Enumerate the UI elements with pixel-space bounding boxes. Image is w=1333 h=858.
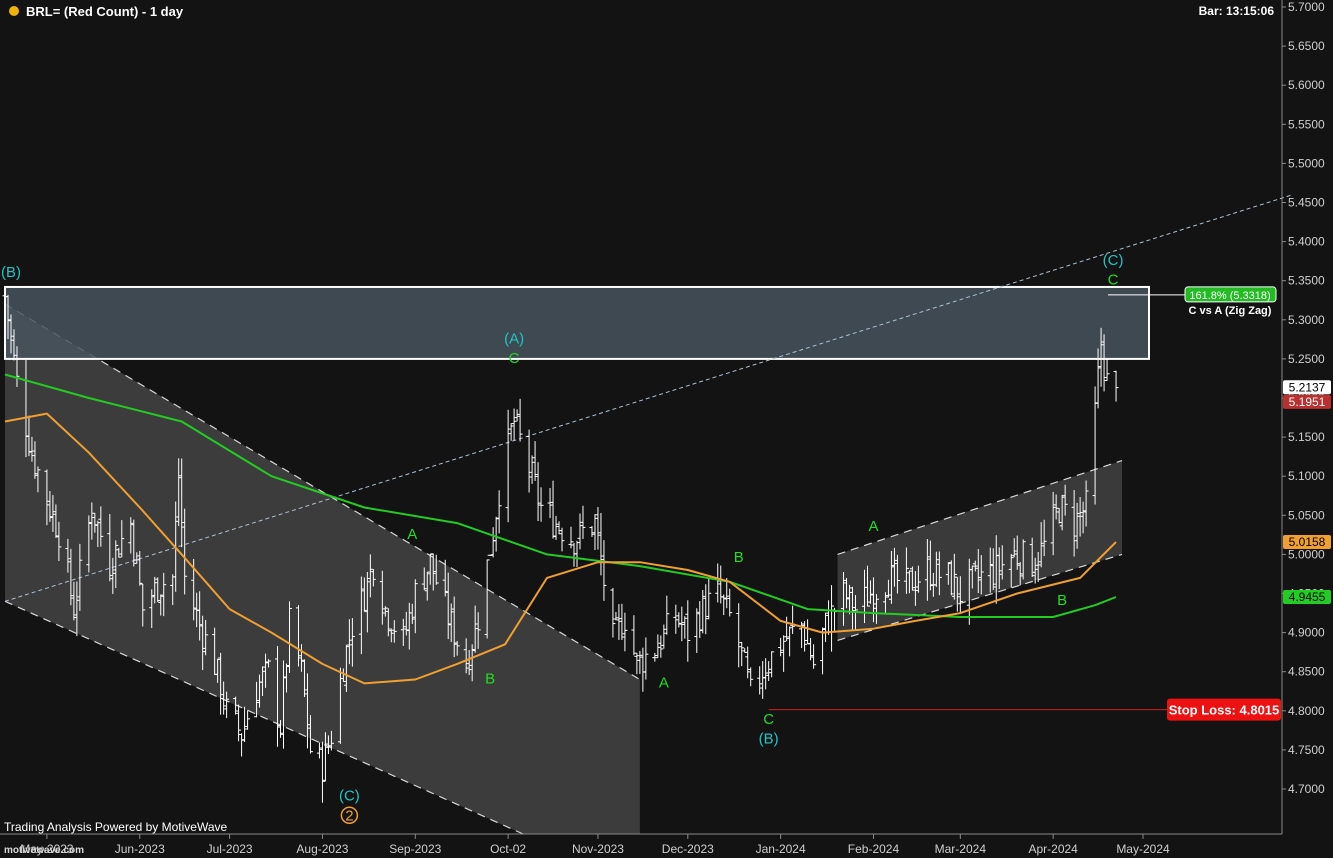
y-tick-label: 4.9000 [1288, 626, 1325, 640]
x-tick-label: Nov-2023 [572, 842, 624, 856]
wave-label: 2 [345, 807, 353, 824]
price-tag-label: 5.1951 [1289, 395, 1326, 409]
x-tick-label: Oct-02 [490, 842, 526, 856]
x-tick-label: Jul-2023 [207, 842, 253, 856]
y-tick-label: 5.2500 [1288, 352, 1325, 366]
fib-label: 161.8% (5.3318) [1189, 290, 1270, 302]
price-tag-label: 5.0158 [1289, 535, 1326, 549]
wave-label: B [485, 670, 495, 687]
x-tick-label: Dec-2023 [662, 842, 714, 856]
wave-label: (B) [759, 731, 779, 748]
y-tick-label: 4.8500 [1288, 665, 1325, 679]
y-tick-label: 4.8000 [1288, 704, 1325, 718]
y-tick-label: 5.0500 [1288, 508, 1325, 522]
y-tick-label: 5.6000 [1288, 78, 1325, 92]
wave-label: A [407, 526, 417, 543]
y-tick-label: 5.1500 [1288, 430, 1325, 444]
x-tick-label: Feb-2024 [848, 842, 900, 856]
wave-label: A [659, 674, 669, 691]
wave-label: A [868, 518, 878, 535]
wave-label: B [734, 549, 744, 566]
x-tick-label: Jun-2023 [115, 842, 165, 856]
wave-label: (B) [1, 264, 21, 281]
x-tick-label: Jan-2024 [756, 842, 806, 856]
wave-label: C [1108, 272, 1119, 289]
y-tick-label: 5.5000 [1288, 156, 1325, 170]
y-tick-label: 5.5500 [1288, 117, 1325, 131]
y-tick-label: 5.6500 [1288, 39, 1325, 53]
bar-time: Bar: 13:15:06 [1199, 4, 1275, 18]
footer-credit: Trading Analysis Powered by MotiveWave [4, 820, 228, 834]
y-tick-label: 5.3000 [1288, 313, 1325, 327]
stop-loss-label: Stop Loss: 4.8015 [1169, 703, 1280, 718]
price-tag-label: 5.2137 [1289, 380, 1326, 394]
watermark: motivewave.com [4, 845, 84, 856]
y-tick-label: 5.1000 [1288, 469, 1325, 483]
wave-label: (A) [504, 330, 524, 347]
y-tick-label: 5.4000 [1288, 235, 1325, 249]
y-tick-label: 5.0000 [1288, 547, 1325, 561]
y-tick-label: 4.7500 [1288, 743, 1325, 757]
x-tick-label: May-2024 [1116, 842, 1170, 856]
wave-label: B [1057, 592, 1067, 609]
chart-title: BRL= (Red Count) - 1 day [26, 4, 184, 19]
y-tick-label: 5.3500 [1288, 274, 1325, 288]
wave-label: (C) [1103, 252, 1124, 269]
x-tick-label: Aug-2023 [296, 842, 348, 856]
price-tag-label: 4.9455 [1289, 590, 1326, 604]
y-tick-label: 5.7000 [1288, 0, 1325, 14]
wave-label: (C) [339, 788, 360, 805]
price-chart[interactable]: (B) (A) C A B (C) 2 A B C (B) A B (C) C 5.7000 5.6500 5.… [0, 0, 1333, 858]
x-tick-label: Sep-2023 [389, 842, 441, 856]
target-zone [4, 285, 1150, 360]
wave-label: C [509, 350, 520, 367]
x-tick-label: Apr-2024 [1028, 842, 1078, 856]
x-tick-label: Mar-2024 [935, 842, 987, 856]
y-tick-label: 4.7000 [1288, 782, 1325, 796]
wave-label: C [763, 711, 774, 728]
target-zone-layer [4, 285, 1150, 360]
y-tick-label: 5.4500 [1288, 196, 1325, 210]
instrument-status-dot [9, 6, 19, 16]
fib-sublabel: C vs A (Zig Zag) [1189, 305, 1272, 317]
